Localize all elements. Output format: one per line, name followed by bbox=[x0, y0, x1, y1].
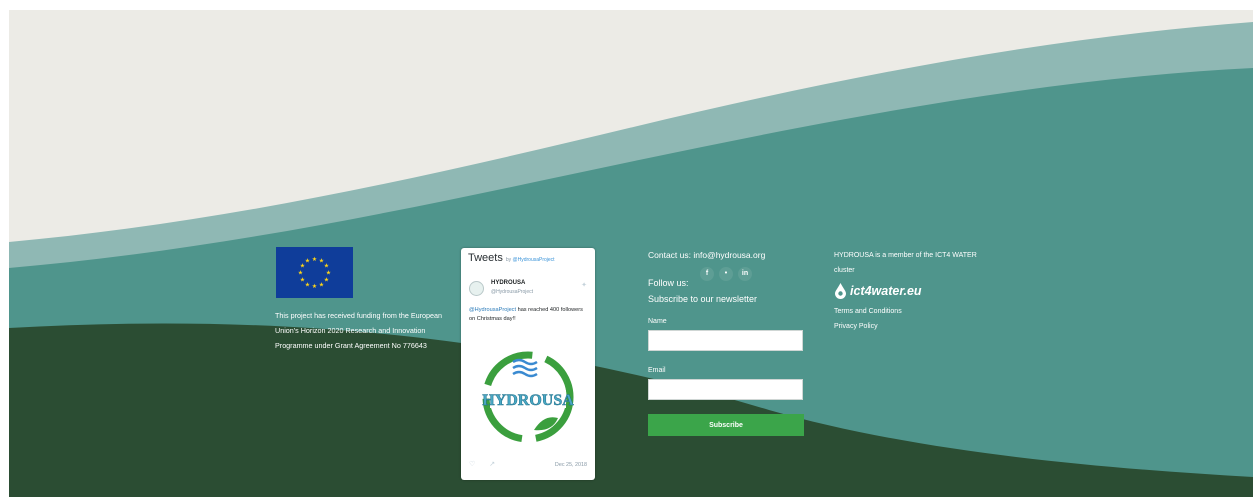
tweets-account-link[interactable]: @HydrousaProject bbox=[513, 257, 555, 263]
svg-text:★: ★ bbox=[319, 282, 324, 289]
name-field[interactable] bbox=[648, 330, 803, 351]
svg-text:★: ★ bbox=[298, 270, 303, 277]
tweet-author[interactable]: HYDROUSA bbox=[491, 280, 525, 286]
logo-wordmark: HYDROUSA bbox=[482, 392, 574, 409]
water-drop-icon bbox=[835, 283, 846, 300]
linkedin-icon[interactable]: in bbox=[738, 267, 752, 281]
svg-text:★: ★ bbox=[305, 282, 310, 289]
eu-flag-icon: ★ ★ ★ ★ ★ ★ ★ ★ ★ ★ ★ ★ bbox=[276, 247, 353, 298]
svg-text:★: ★ bbox=[324, 277, 329, 284]
avatar[interactable] bbox=[469, 281, 484, 296]
follow-us-label: Follow us: bbox=[648, 278, 689, 288]
svg-text:★: ★ bbox=[326, 270, 331, 277]
email-field[interactable] bbox=[648, 379, 803, 400]
newsletter-title: Subscribe to our newsletter bbox=[648, 294, 758, 304]
tweets-title: Tweets bbox=[468, 252, 503, 264]
privacy-link[interactable]: Privacy Policy bbox=[834, 323, 878, 330]
tweets-by-label: by bbox=[505, 257, 512, 263]
subscribe-button[interactable]: Subscribe bbox=[648, 414, 804, 436]
svg-text:★: ★ bbox=[312, 283, 317, 290]
eu-stars: ★ ★ ★ ★ ★ ★ ★ ★ ★ ★ ★ ★ bbox=[298, 256, 331, 290]
hydrousa-logo-image[interactable]: HYDROUSA bbox=[476, 346, 581, 449]
footer-section: ★ ★ ★ ★ ★ ★ ★ ★ ★ ★ ★ ★ This project has… bbox=[9, 10, 1253, 497]
facebook-icon[interactable]: f bbox=[700, 267, 714, 281]
twitter-timeline-widget[interactable]: Tweets by @HydrousaProject HYDROUSA @Hydr… bbox=[461, 248, 595, 480]
ict4water-logo[interactable]: ict4water.eu bbox=[834, 282, 922, 300]
twitter-icon[interactable]: • bbox=[719, 267, 733, 281]
cluster-member-text: HYDROUSA is a member of the ICT4 WATER c… bbox=[834, 252, 977, 274]
twitter-bird-icon[interactable]: ✦ bbox=[581, 281, 587, 289]
svg-text:★: ★ bbox=[305, 258, 310, 265]
tweet-text: @HydrousaProject has reached 400 followe… bbox=[469, 306, 589, 324]
terms-link[interactable]: Terms and Conditions bbox=[834, 308, 902, 315]
email-label: Email bbox=[648, 367, 666, 374]
tweet-mention-link[interactable]: @HydrousaProject bbox=[469, 307, 516, 313]
tweet-handle[interactable]: @HydrousaProject bbox=[491, 289, 533, 295]
svg-text:★: ★ bbox=[312, 256, 317, 263]
logo-water-waves bbox=[512, 358, 538, 378]
wave-background bbox=[9, 10, 1253, 497]
svg-text:★: ★ bbox=[324, 263, 329, 270]
tweet-date[interactable]: Dec 25, 2018 bbox=[555, 462, 587, 468]
svg-text:★: ★ bbox=[300, 277, 305, 284]
tweet-actions[interactable]: ♡ ↗ bbox=[469, 460, 501, 468]
contact-email-text[interactable]: Contact us: info@hydrousa.org bbox=[648, 250, 765, 260]
name-label: Name bbox=[648, 318, 667, 325]
tweets-header: Tweets by @HydrousaProject bbox=[468, 252, 555, 264]
ict4water-wordmark: ict4water.eu bbox=[850, 283, 922, 298]
funding-text: This project has received funding from t… bbox=[275, 311, 443, 350]
